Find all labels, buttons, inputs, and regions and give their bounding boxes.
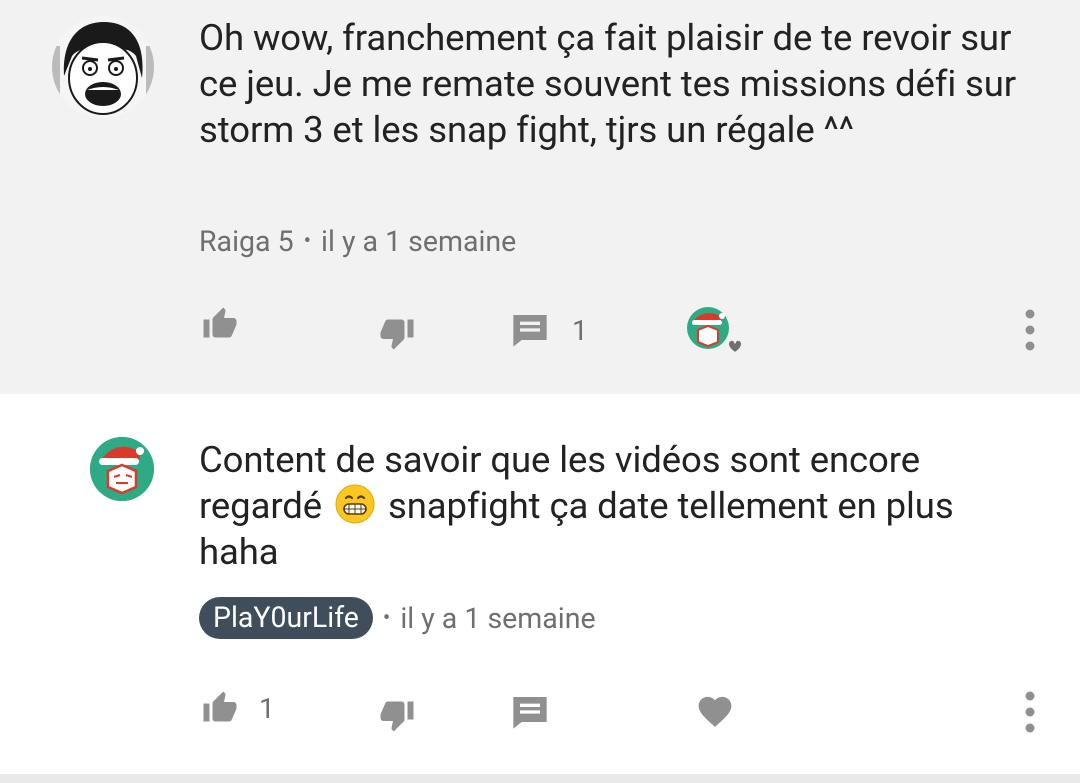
more-options-icon[interactable] — [1024, 690, 1036, 734]
timestamp[interactable]: il y a 1 semaine — [321, 225, 516, 258]
heart-icon — [698, 696, 732, 727]
comment-icon — [513, 697, 547, 729]
comment-meta: Raiga 5 • il y a 1 semaine — [199, 219, 516, 263]
thumbs-up-icon — [203, 691, 237, 722]
bottom-divider — [0, 774, 1080, 783]
dislike-button[interactable] — [376, 697, 418, 733]
avatar[interactable] — [90, 437, 154, 501]
channel-avatar-icon — [90, 437, 154, 501]
timestamp[interactable]: il y a 1 semaine — [400, 602, 595, 635]
meta-separator: • — [303, 228, 312, 254]
more-options-icon[interactable] — [1024, 308, 1036, 352]
reply-button[interactable]: 1 — [510, 310, 588, 350]
author-name-badge[interactable]: PlaY0urLife — [199, 597, 373, 639]
reply-count: 1 — [572, 313, 588, 347]
manga-face-avatar-icon — [52, 16, 154, 118]
like-button[interactable] — [199, 306, 241, 342]
comment-meta: PlaY0urLife • il y a 1 semaine — [199, 597, 596, 639]
comment-text: Oh wow, franchement ça fait plaisir de t… — [199, 16, 1017, 151]
comment-text: Content de savoir que les vidéos sont en… — [199, 437, 1029, 575]
reply-button[interactable] — [510, 692, 550, 732]
thumbs-up-icon — [203, 307, 237, 338]
grinning-face-emoji-icon — [335, 484, 375, 524]
dislike-button[interactable] — [376, 315, 418, 351]
thumbs-down-icon — [380, 701, 414, 732]
meta-separator: • — [382, 605, 391, 631]
like-button[interactable]: 1 — [199, 690, 275, 726]
creator-heart — [686, 306, 748, 362]
like-count: 1 — [259, 691, 275, 725]
comment-icon — [513, 315, 547, 347]
author-name[interactable]: Raiga 5 — [199, 225, 294, 258]
comment-1: Oh wow, franchement ça fait plaisir de t… — [0, 0, 1080, 394]
creator-heart-avatar-icon — [687, 307, 744, 355]
avatar[interactable] — [52, 16, 154, 118]
thumbs-down-icon — [380, 319, 414, 350]
comment-2-reply: Content de savoir que les vidéos sont en… — [0, 394, 1080, 774]
heart-button[interactable] — [695, 692, 735, 728]
